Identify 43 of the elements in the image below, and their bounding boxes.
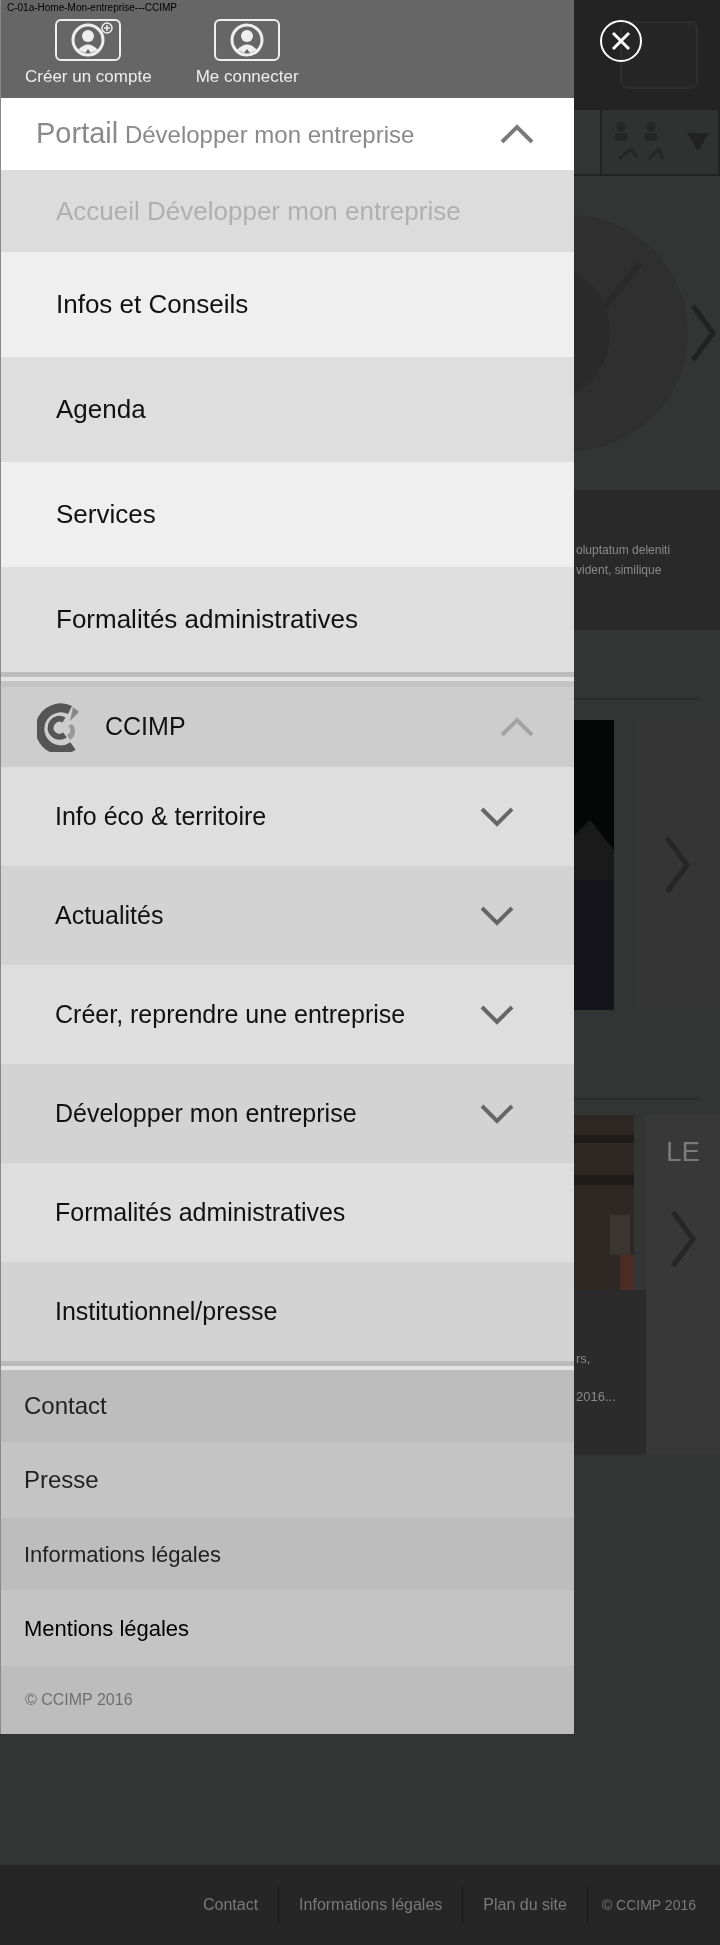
ccimp-title: CCIMP — [105, 711, 186, 743]
menu-item[interactable]: Actualités — [1, 866, 574, 965]
footer-menu-link[interactable]: Presse — [1, 1442, 574, 1518]
menu-item[interactable]: Infos et Conseils — [1, 252, 574, 357]
portal-title: Portail Développer mon entreprise — [36, 116, 415, 152]
menu-item-label: Info éco & territoire — [55, 800, 267, 832]
chevron-down-icon — [480, 806, 514, 827]
teaser-text: oluptatum deleniti — [576, 542, 672, 558]
menu-item[interactable]: Développer mon entreprise — [1, 1064, 574, 1163]
copyright: © CCIMP 2016 — [25, 1690, 133, 1710]
create-account-button[interactable]: Créer un compte — [25, 19, 152, 87]
help-button[interactable] — [620, 21, 698, 89]
footer-link[interactable]: Informations légales — [279, 1893, 463, 1917]
menu-item-label: Actualités — [55, 899, 164, 931]
menu-item-label: Développer mon entreprise — [55, 1097, 357, 1129]
footer-copyright: © CCIMP 2016 — [600, 1895, 696, 1915]
menu-item-label: Créer, reprendre une entreprise — [55, 998, 406, 1030]
chevron-down-icon — [480, 1004, 514, 1025]
user-icon — [214, 19, 281, 61]
menu-item[interactable]: Agenda — [1, 357, 574, 462]
login-button[interactable]: Me connecter — [195, 19, 299, 87]
menu-item[interactable]: Formalités administratives — [1, 567, 574, 672]
chevron-down-icon — [480, 905, 514, 926]
card-heading: LE — [665, 1135, 701, 1169]
footer-link[interactable]: Plan du site — [463, 1893, 587, 1917]
menu-item-label: Formalités administratives — [55, 1196, 346, 1228]
menu-item[interactable]: Créer, reprendre une entreprise — [1, 965, 574, 1064]
menu-item[interactable]: Institutionnel/presse — [1, 1262, 574, 1361]
menu-item-label: Institutionnel/presse — [55, 1295, 278, 1327]
card-text: 2016... — [576, 1388, 617, 1405]
footer-link[interactable]: Contact — [182, 1893, 279, 1917]
menu-item[interactable]: Formalités administratives — [1, 1163, 574, 1262]
close-icon — [611, 31, 631, 51]
ccimp-header[interactable]: CCIMP — [1, 681, 574, 767]
close-button[interactable] — [600, 20, 642, 62]
card-text: rs, — [576, 1350, 592, 1367]
footer-menu-link[interactable]: Mentions légales — [1, 1590, 574, 1666]
menu-item[interactable]: Services — [1, 462, 574, 567]
menu-item[interactable]: Info éco & territoire — [1, 767, 574, 866]
add-user-icon — [55, 19, 122, 61]
document-label: C-01a-Home-Mon-entreprise---CCIMP — [7, 2, 178, 14]
chevron-down-icon — [480, 1103, 514, 1124]
teaser-text: vident, similique — [576, 562, 663, 578]
